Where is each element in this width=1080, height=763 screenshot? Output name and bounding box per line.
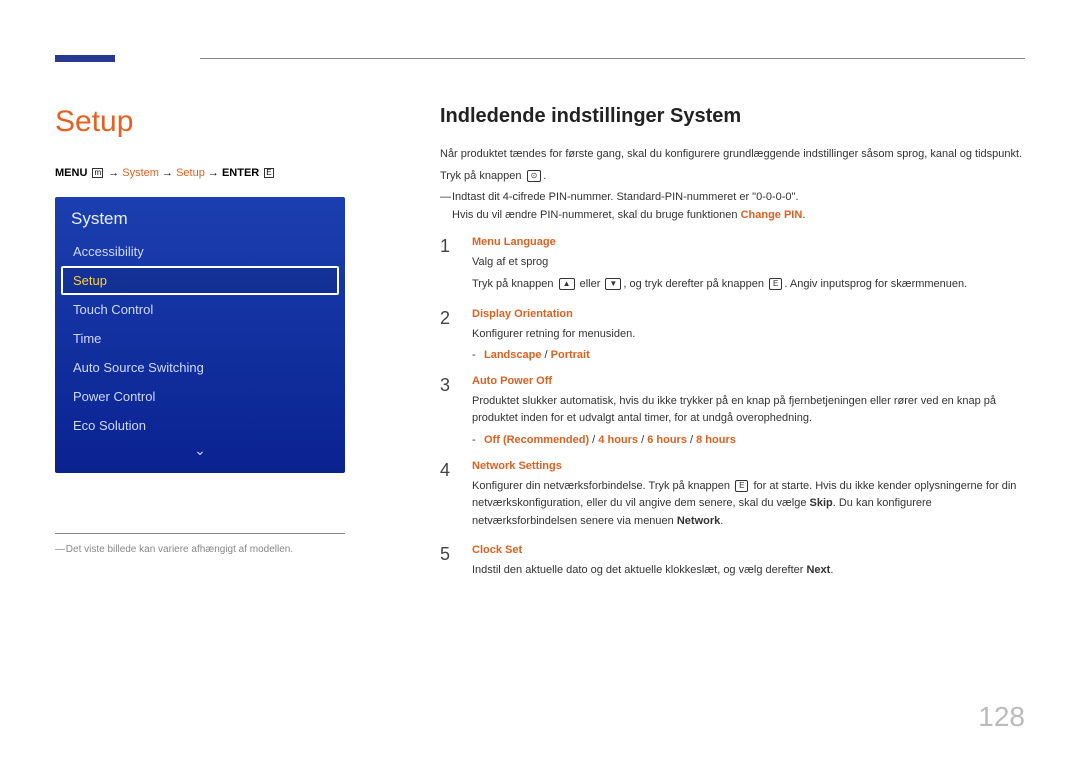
breadcrumb-arrow: → — [208, 167, 219, 179]
enter-icon: E — [264, 168, 273, 178]
breadcrumb-enter: ENTER — [222, 167, 259, 179]
breadcrumb-system: System — [122, 167, 159, 179]
bold-label: Next — [806, 564, 830, 576]
step-number: 2 — [440, 308, 458, 365]
breadcrumb-arrow: → — [108, 167, 119, 179]
option: 6 hours — [647, 434, 687, 446]
breadcrumb: MENU m → System → Setup → ENTER E — [55, 167, 345, 179]
pin-note-2a: Hvis du vil ændre PIN-nummeret, skal du … — [452, 209, 741, 221]
up-key-icon: ▲ — [559, 278, 575, 290]
step-key-line: Tryk på knappen ▲ eller ▼, og tryk deref… — [472, 276, 1025, 294]
step-row: 3 Auto Power Off Produktet slukker automat… — [440, 375, 1025, 450]
step-number: 3 — [440, 375, 458, 450]
menu-item-setup[interactable]: Setup — [61, 266, 339, 295]
step-heading: Clock Set — [472, 544, 1025, 556]
step-text: Valg af et sprog — [472, 254, 1025, 272]
numbered-steps: 1 Menu Language Valg af et sprog Tryk på kn… — [440, 236, 1025, 584]
option: Landscape — [484, 349, 541, 361]
down-key-icon: ▼ — [605, 278, 621, 290]
menu-item-accessibility[interactable]: Accessibility — [55, 237, 345, 266]
header-rule — [200, 58, 1025, 59]
right-column: Indledende indstillinger System Når prod… — [440, 105, 1025, 594]
step-text: Konfigurer retning for menusiden. — [472, 326, 1025, 344]
page-title: Setup — [55, 105, 345, 139]
step-options: Landscape / Portrait — [472, 347, 1025, 365]
step-body: Display Orientation Konfigurer retning fo… — [472, 308, 1025, 365]
system-menu-panel: System AccessibilitySetupTouch ControlTi… — [55, 197, 345, 473]
press-key-text: Tryk på knappen — [440, 170, 522, 182]
chevron-down-icon[interactable]: ⌄ — [55, 440, 345, 459]
step-body: Clock Set Indstil den aktuelle dato og de… — [472, 544, 1025, 584]
step-heading: Display Orientation — [472, 308, 1025, 320]
step-body: Auto Power Off Produktet slukker automati… — [472, 375, 1025, 450]
section-title: Indledende indstillinger System — [440, 105, 1025, 128]
step-heading: Network Settings — [472, 460, 1025, 472]
header-bar — [55, 0, 1025, 70]
step-number: 5 — [440, 544, 458, 584]
step-number: 4 — [440, 460, 458, 535]
step-body: Menu Language Valg af et sprog Tryk på kna… — [472, 236, 1025, 297]
breadcrumb-menu: MENU — [55, 167, 87, 179]
menu-item-auto-source-switching[interactable]: Auto Source Switching — [55, 353, 345, 382]
step-heading: Auto Power Off — [472, 375, 1025, 387]
step-row: 4 Network Settings Konfigurer din netværks… — [440, 460, 1025, 535]
menu-icon: m — [92, 168, 103, 178]
circle-key-icon: ⊙ — [527, 170, 542, 182]
breadcrumb-arrow: → — [162, 167, 173, 179]
option: 8 hours — [696, 434, 736, 446]
image-footnote: Det viste billede kan variere afhængigt … — [55, 544, 345, 555]
enter-key-icon: E — [735, 480, 748, 492]
menu-header: System — [55, 209, 345, 237]
step-heading: Menu Language — [472, 236, 1025, 248]
step-options: Off (Recommended) / 4 hours / 6 hours / … — [472, 432, 1025, 450]
menu-item-touch-control[interactable]: Touch Control — [55, 295, 345, 324]
breadcrumb-setup: Setup — [176, 167, 205, 179]
bold-label: Skip — [810, 497, 833, 509]
option: 4 hours — [598, 434, 638, 446]
step-number: 1 — [440, 236, 458, 297]
menu-item-power-control[interactable]: Power Control — [55, 382, 345, 411]
step-rich-text: Konfigurer din netværksforbindelse. Tryk… — [472, 478, 1025, 531]
page: Setup MENU m → System → Setup → ENTER E … — [0, 0, 1080, 594]
pin-note-2c: . — [802, 209, 805, 221]
intro-text: Når produktet tændes for første gang, sk… — [440, 146, 1025, 164]
enter-key-icon: E — [769, 278, 782, 290]
pin-note-1: Indtast dit 4-cifrede PIN-nummer. Standa… — [440, 189, 1025, 207]
bold-label: Network — [677, 515, 720, 527]
press-key-line: Tryk på knappen ⊙. — [440, 168, 1025, 186]
step-rich-text: Indstil den aktuelle dato og det aktuell… — [472, 562, 1025, 580]
content-columns: Setup MENU m → System → Setup → ENTER E … — [55, 70, 1025, 594]
divider — [55, 533, 345, 534]
menu-item-eco-solution[interactable]: Eco Solution — [55, 411, 345, 440]
change-pin-label: Change PIN — [741, 209, 803, 221]
page-number: 128 — [978, 701, 1025, 733]
option: Off (Recommended) — [484, 434, 589, 446]
pin-note-2: Hvis du vil ændre PIN-nummeret, skal du … — [440, 207, 1025, 225]
step-row: 1 Menu Language Valg af et sprog Tryk på kn… — [440, 236, 1025, 297]
step-row: 2 Display Orientation Konfigurer retning f… — [440, 308, 1025, 365]
option: Portrait — [551, 349, 590, 361]
left-column: Setup MENU m → System → Setup → ENTER E … — [55, 105, 345, 594]
step-row: 5 Clock Set Indstil den aktuelle dato og d… — [440, 544, 1025, 584]
menu-item-time[interactable]: Time — [55, 324, 345, 353]
header-marker — [55, 55, 115, 62]
step-text: Produktet slukker automatisk, hvis du ik… — [472, 393, 1025, 428]
step-body: Network Settings Konfigurer din netværksf… — [472, 460, 1025, 535]
